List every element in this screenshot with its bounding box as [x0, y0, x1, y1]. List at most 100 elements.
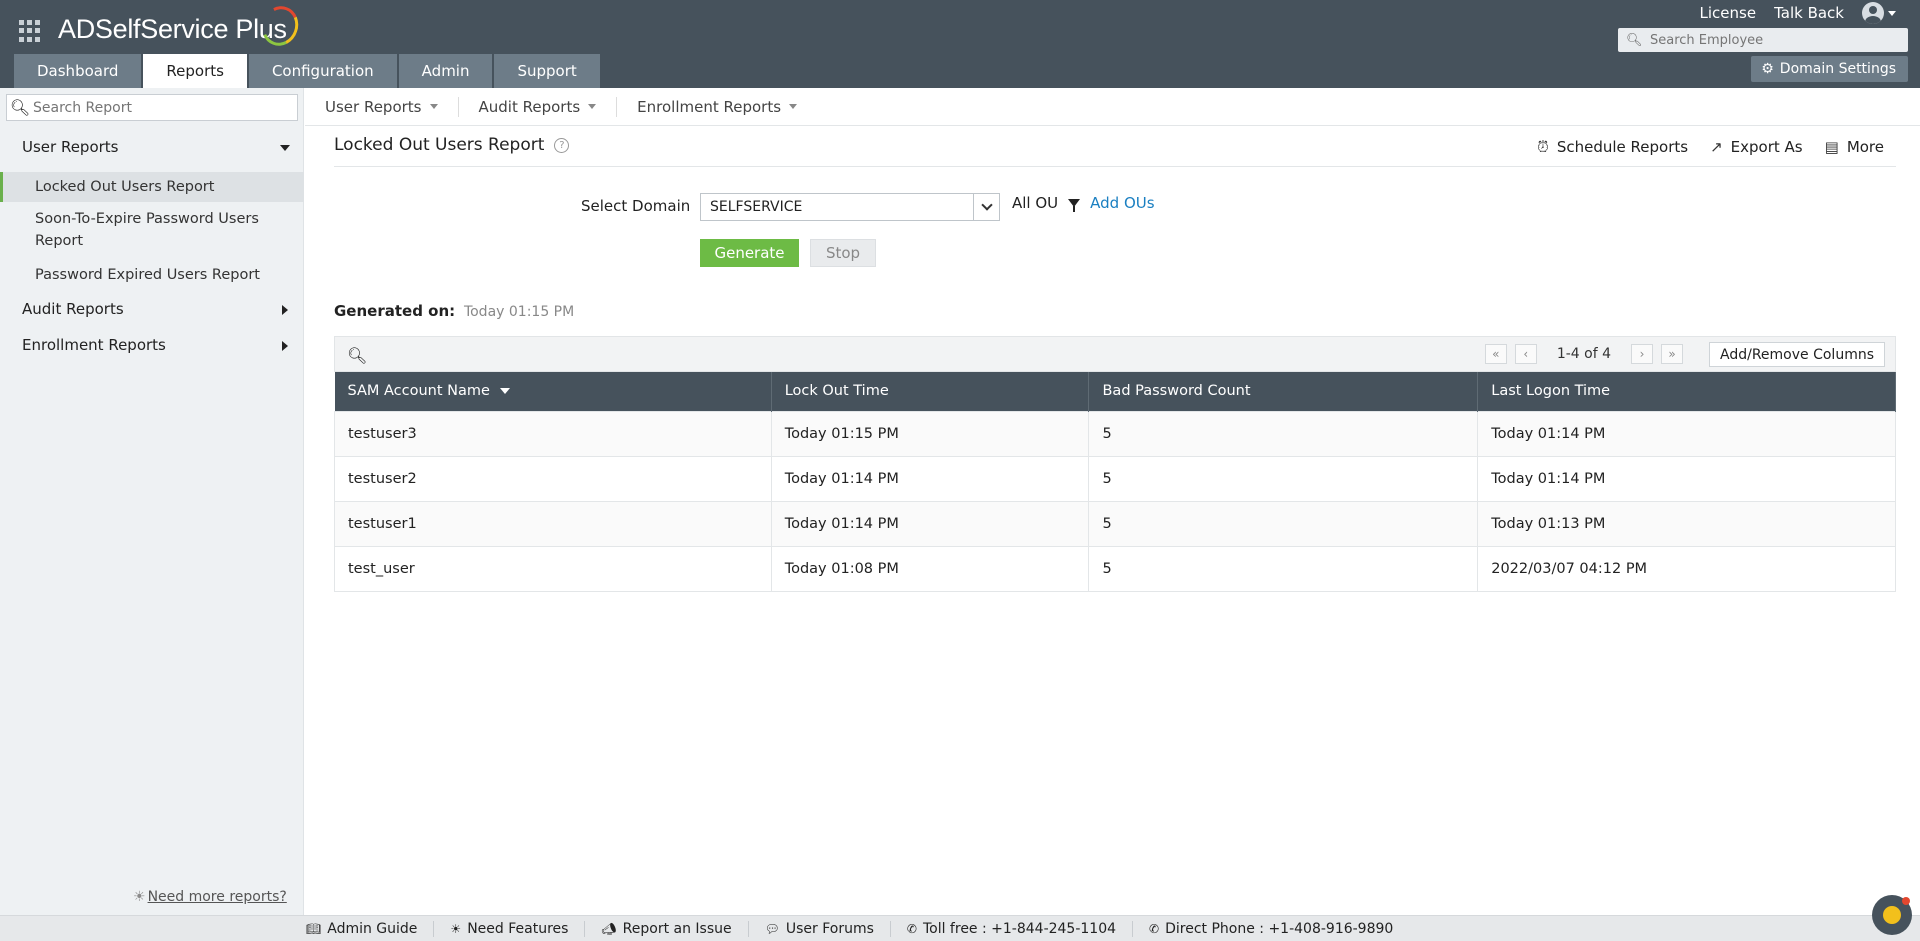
stop-button[interactable]: Stop [810, 239, 876, 267]
need-more-reports[interactable]: ☀ Need more reports? [133, 889, 287, 905]
footer-report-issue[interactable]: 📣︎ Report an Issue [585, 920, 749, 937]
export-as-button[interactable]: ↗ Export As [1710, 138, 1803, 156]
phone-icon: ✆ [1149, 921, 1160, 936]
sidebar-group-label: Audit Reports [22, 300, 124, 318]
chevron-down-icon [1888, 10, 1896, 16]
report-search[interactable]: 🔍︎ [6, 94, 298, 121]
book-icon: 📖︎ [306, 921, 322, 936]
sidebar-item-locked-out[interactable]: Locked Out Users Report [0, 172, 304, 202]
subnav-label: Audit Reports [478, 97, 581, 116]
subnav-user-reports[interactable]: User Reports [305, 96, 459, 117]
chat-support-button[interactable] [1872, 895, 1912, 935]
last-page-icon[interactable]: » [1661, 344, 1683, 364]
talk-back-link[interactable]: Talk Back [1774, 4, 1844, 22]
notification-dot [1902, 897, 1910, 905]
column-header-lock-out-time[interactable]: Lock Out Time [771, 372, 1090, 411]
ou-label: All OU [1012, 194, 1059, 212]
report-title: Locked Out Users Report [334, 135, 545, 155]
forum-icon: 💬︎ [764, 921, 780, 936]
add-remove-columns-button[interactable]: Add/Remove Columns [1709, 342, 1885, 367]
license-link[interactable]: License [1700, 4, 1757, 22]
subnav-audit-reports[interactable]: Audit Reports [459, 96, 618, 117]
footer-admin-guide[interactable]: 📖︎ Admin Guide [290, 920, 435, 937]
generated-on: Generated on: Today 01:15 PM [334, 302, 574, 320]
report-table: SAM Account Name Lock Out Time Bad Passw… [334, 372, 1896, 592]
footer-label: Direct Phone : +1-408-916-9890 [1165, 920, 1394, 937]
sidebar-item-soon-to-expire[interactable]: Soon-To-Expire Password Users Report [0, 208, 290, 252]
column-header-last-logon-time[interactable]: Last Logon Time [1477, 372, 1896, 411]
generate-button[interactable]: Generate [700, 239, 799, 267]
column-header-bad-password-count[interactable]: Bad Password Count [1088, 372, 1479, 411]
lightbulb-icon: ☀ [133, 889, 146, 905]
tab-reports[interactable]: Reports [143, 54, 247, 88]
table-row[interactable]: testuser1 Today 01:14 PM 5 Today 01:13 P… [334, 500, 1896, 547]
domain-dropdown-toggle[interactable] [973, 194, 999, 220]
search-icon[interactable]: 🔍︎ [347, 346, 367, 365]
app-logo: ADSelfService Plus [58, 14, 287, 44]
footer-direct-phone: ✆ Direct Phone : +1-408-916-9890 [1133, 921, 1409, 937]
subnav-label: Enrollment Reports [637, 97, 782, 116]
sidebar-group-audit-reports[interactable]: Audit Reports [22, 300, 290, 318]
sidebar-item-password-expired[interactable]: Password Expired Users Report [0, 264, 304, 286]
table-row[interactable]: testuser2 Today 01:14 PM 5 Today 01:14 P… [334, 455, 1896, 502]
tab-configuration[interactable]: Configuration [248, 54, 397, 88]
domain-select[interactable]: SELFSERVICE [700, 193, 1000, 221]
next-page-icon[interactable]: › [1631, 344, 1653, 364]
chevron-down-icon [429, 104, 438, 109]
employee-search[interactable]: 🔍︎ [1618, 28, 1908, 52]
export-icon: ↗ [1710, 138, 1723, 156]
help-icon[interactable]: ? [554, 137, 570, 153]
gear-icon: ⚙ [1761, 61, 1774, 77]
user-menu[interactable] [1862, 2, 1896, 24]
report-search-input[interactable] [33, 99, 283, 116]
column-header-sam-account[interactable]: SAM Account Name [334, 372, 772, 411]
subnav-enrollment-reports[interactable]: Enrollment Reports [617, 97, 817, 117]
table-cell: Today 01:13 PM [1477, 500, 1896, 547]
employee-search-input[interactable] [1650, 32, 1900, 48]
select-domain-label: Select Domain [581, 197, 691, 215]
grid-toolbar: 🔍︎ « ‹ 1-4 of 4 › » Add/Remove Columns [334, 336, 1896, 372]
tab-dashboard[interactable]: Dashboard [14, 54, 142, 88]
tab-admin[interactable]: Admin [398, 54, 493, 88]
search-icon: 🔍︎ [1626, 32, 1643, 48]
footer-toll-free: ✆ Toll free : +1-844-245-1104 [891, 920, 1134, 937]
schedule-reports-label: Schedule Reports [1556, 138, 1689, 156]
sidebar: 🔍︎ User Reports Locked Out Users Report … [0, 88, 304, 915]
support-agent-icon [1883, 906, 1901, 924]
table-cell: 5 [1088, 455, 1479, 502]
export-as-label: Export As [1730, 138, 1803, 156]
footer-label: User Forums [785, 920, 874, 937]
need-more-reports-link[interactable]: Need more reports? [148, 889, 287, 905]
alarm-clock-icon: ⏰︎ [1537, 138, 1549, 156]
chevron-down-icon [280, 145, 290, 151]
report-subnav: User Reports Audit Reports Enrollment Re… [305, 88, 1920, 126]
table-cell: 5 [1088, 410, 1479, 457]
table-row[interactable]: test_user Today 01:08 PM 5 2022/03/07 04… [334, 545, 1896, 592]
footer-user-forums[interactable]: 💬︎ User Forums [749, 920, 891, 937]
more-label: More [1846, 138, 1884, 156]
sidebar-group-enrollment-reports[interactable]: Enrollment Reports [22, 336, 290, 354]
tab-support[interactable]: Support [494, 54, 600, 88]
more-button[interactable]: ▤ More [1825, 138, 1884, 156]
sort-desc-icon [499, 388, 510, 395]
column-header-label: SAM Account Name [347, 383, 490, 400]
table-cell: testuser2 [334, 455, 772, 502]
add-ous-link[interactable]: Add OUs [1090, 194, 1154, 212]
chevron-right-icon [282, 341, 288, 351]
sidebar-group-user-reports[interactable]: User Reports [22, 138, 290, 156]
app-launcher-icon[interactable] [19, 20, 41, 42]
domain-settings-button[interactable]: ⚙ Domain Settings [1751, 56, 1908, 82]
table-header-row: SAM Account Name Lock Out Time Bad Passw… [334, 372, 1896, 411]
table-row[interactable]: testuser3 Today 01:15 PM 5 Today 01:14 P… [334, 410, 1896, 457]
schedule-reports-button[interactable]: ⏰︎ Schedule Reports [1537, 138, 1688, 156]
filter-icon[interactable] [1068, 199, 1081, 212]
megaphone-icon: 📣︎ [601, 921, 617, 936]
footer-need-features[interactable]: ☀ Need Features [434, 920, 586, 937]
search-icon: 🔍︎ [9, 98, 31, 117]
table-cell: test_user [334, 545, 772, 592]
footer-label: Admin Guide [327, 920, 418, 937]
first-page-icon[interactable]: « [1484, 344, 1507, 364]
prev-page-icon[interactable]: ‹ [1514, 344, 1537, 364]
table-cell: Today 01:08 PM [770, 545, 1090, 592]
domain-settings-label: Domain Settings [1779, 61, 1896, 77]
